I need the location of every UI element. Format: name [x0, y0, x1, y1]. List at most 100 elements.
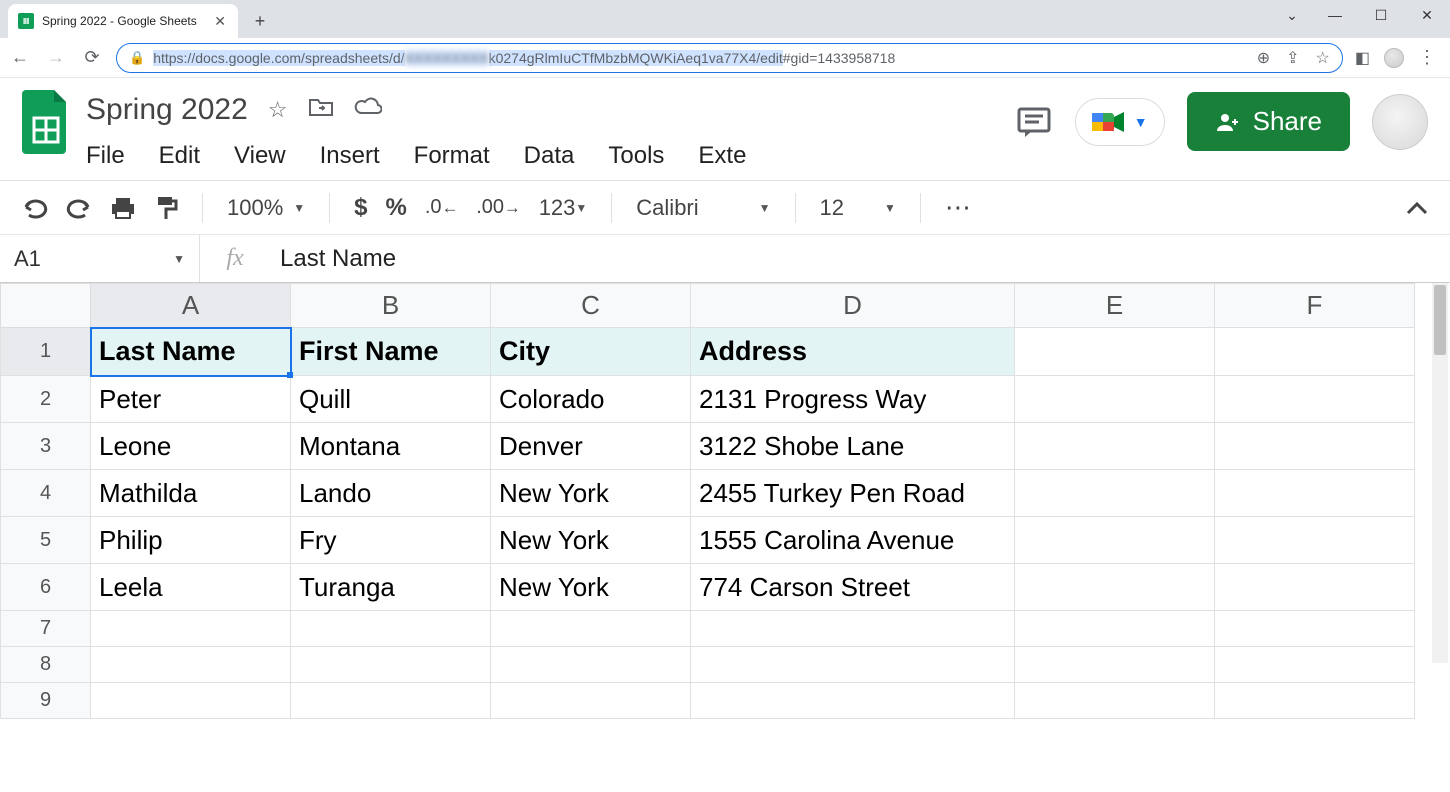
tab-search-icon[interactable]: ⌄ — [1272, 0, 1312, 30]
cell[interactable]: New York — [491, 470, 691, 517]
cell[interactable] — [291, 683, 491, 719]
cell-a1[interactable]: Last Name — [91, 328, 291, 376]
cell[interactable] — [491, 683, 691, 719]
cell[interactable]: Fry — [291, 517, 491, 564]
cell[interactable]: 3122 Shobe Lane — [691, 423, 1015, 470]
cell[interactable]: Denver — [491, 423, 691, 470]
more-toolbar-icon[interactable]: ⋯ — [945, 192, 971, 223]
paint-format-icon[interactable] — [154, 195, 178, 221]
move-folder-icon[interactable] — [308, 96, 334, 124]
cell[interactable] — [91, 611, 291, 647]
more-formats-select[interactable]: 123 ▼ — [539, 195, 588, 221]
cell[interactable] — [1215, 683, 1415, 719]
row-header[interactable]: 4 — [1, 470, 91, 517]
cell[interactable] — [491, 647, 691, 683]
cell[interactable] — [1215, 328, 1415, 376]
row-header[interactable]: 1 — [1, 328, 91, 376]
forward-icon[interactable]: → — [44, 47, 68, 68]
zoom-select[interactable]: 100%▼ — [227, 195, 305, 221]
cell[interactable] — [1015, 611, 1215, 647]
menu-edit[interactable]: Edit — [159, 142, 200, 170]
cell[interactable] — [291, 647, 491, 683]
menu-tools[interactable]: Tools — [608, 142, 664, 170]
row-header[interactable]: 3 — [1, 423, 91, 470]
decrease-decimal-icon[interactable]: .0← — [425, 196, 458, 219]
share-url-icon[interactable]: ⇪ — [1286, 48, 1299, 68]
col-header-d[interactable]: D — [691, 284, 1015, 328]
menu-file[interactable]: File — [86, 142, 125, 170]
cell[interactable] — [1015, 376, 1215, 423]
cell[interactable] — [1215, 564, 1415, 611]
cell[interactable]: City — [491, 328, 691, 376]
col-header-a[interactable]: A — [91, 284, 291, 328]
cell[interactable]: 2455 Turkey Pen Road — [691, 470, 1015, 517]
cell[interactable] — [1215, 423, 1415, 470]
new-tab-button[interactable]: + — [246, 7, 274, 35]
cell[interactable]: First Name — [291, 328, 491, 376]
row-header[interactable]: 6 — [1, 564, 91, 611]
font-size-select[interactable]: 12▼ — [820, 195, 896, 221]
cell[interactable] — [1215, 647, 1415, 683]
vertical-scrollbar[interactable] — [1432, 283, 1448, 663]
cell[interactable] — [1215, 611, 1415, 647]
maximize-icon[interactable]: ☐ — [1358, 0, 1404, 30]
cell[interactable] — [1015, 564, 1215, 611]
cell[interactable]: Mathilda — [91, 470, 291, 517]
percent-icon[interactable]: % — [386, 194, 407, 222]
cell[interactable] — [691, 647, 1015, 683]
print-icon[interactable] — [110, 196, 136, 220]
menu-view[interactable]: View — [234, 142, 286, 170]
cell[interactable] — [91, 647, 291, 683]
row-header[interactable]: 2 — [1, 376, 91, 423]
font-family-select[interactable]: Calibri▼ — [636, 195, 770, 221]
cell[interactable] — [91, 683, 291, 719]
col-header-b[interactable]: B — [291, 284, 491, 328]
comments-icon[interactable] — [1015, 103, 1053, 141]
name-box[interactable]: A1▼ — [0, 235, 200, 282]
cell[interactable]: Peter — [91, 376, 291, 423]
chrome-menu-icon[interactable]: ⋮ — [1418, 47, 1436, 68]
cell[interactable]: New York — [491, 564, 691, 611]
menu-insert[interactable]: Insert — [320, 142, 380, 170]
cell[interactable]: 774 Carson Street — [691, 564, 1015, 611]
cell[interactable] — [1015, 647, 1215, 683]
account-avatar[interactable] — [1372, 94, 1428, 150]
cell[interactable] — [491, 611, 691, 647]
bookmark-icon[interactable]: ☆ — [1316, 48, 1330, 68]
collapse-toolbar-icon[interactable] — [1406, 201, 1428, 215]
col-header-f[interactable]: F — [1215, 284, 1415, 328]
cell[interactable]: Philip — [91, 517, 291, 564]
document-title[interactable]: Spring 2022 — [86, 93, 248, 127]
zoom-page-icon[interactable]: ⊕ — [1257, 48, 1270, 68]
cell[interactable]: Leone — [91, 423, 291, 470]
cell[interactable]: 2131 Progress Way — [691, 376, 1015, 423]
profile-avatar-small[interactable] — [1384, 48, 1404, 68]
cell[interactable] — [1215, 470, 1415, 517]
col-header-c[interactable]: C — [491, 284, 691, 328]
cell[interactable]: Turanga — [291, 564, 491, 611]
menu-format[interactable]: Format — [414, 142, 490, 170]
back-icon[interactable]: ← — [8, 47, 32, 68]
undo-icon[interactable] — [22, 197, 48, 219]
cell[interactable] — [1015, 683, 1215, 719]
cell[interactable]: Colorado — [491, 376, 691, 423]
cell[interactable]: New York — [491, 517, 691, 564]
cell[interactable] — [1015, 423, 1215, 470]
row-header[interactable]: 7 — [1, 611, 91, 647]
increase-decimal-icon[interactable]: .00→ — [476, 196, 520, 219]
meet-button[interactable]: ▼ — [1075, 98, 1165, 146]
formula-input[interactable]: Last Name — [270, 245, 1450, 273]
cell[interactable] — [1015, 517, 1215, 564]
menu-data[interactable]: Data — [524, 142, 575, 170]
col-header-e[interactable]: E — [1015, 284, 1215, 328]
minimize-icon[interactable]: ― — [1312, 0, 1358, 30]
cell[interactable]: Address — [691, 328, 1015, 376]
cell[interactable]: Lando — [291, 470, 491, 517]
cell[interactable]: Montana — [291, 423, 491, 470]
browser-tab[interactable]: Spring 2022 - Google Sheets ✕ — [8, 4, 238, 38]
cloud-status-icon[interactable] — [354, 97, 382, 123]
currency-icon[interactable]: $ — [354, 194, 367, 222]
spreadsheet-grid[interactable]: A B C D E F 1 Last Name First Name City … — [0, 283, 1450, 719]
row-header[interactable]: 8 — [1, 647, 91, 683]
close-window-icon[interactable]: ✕ — [1404, 0, 1450, 30]
